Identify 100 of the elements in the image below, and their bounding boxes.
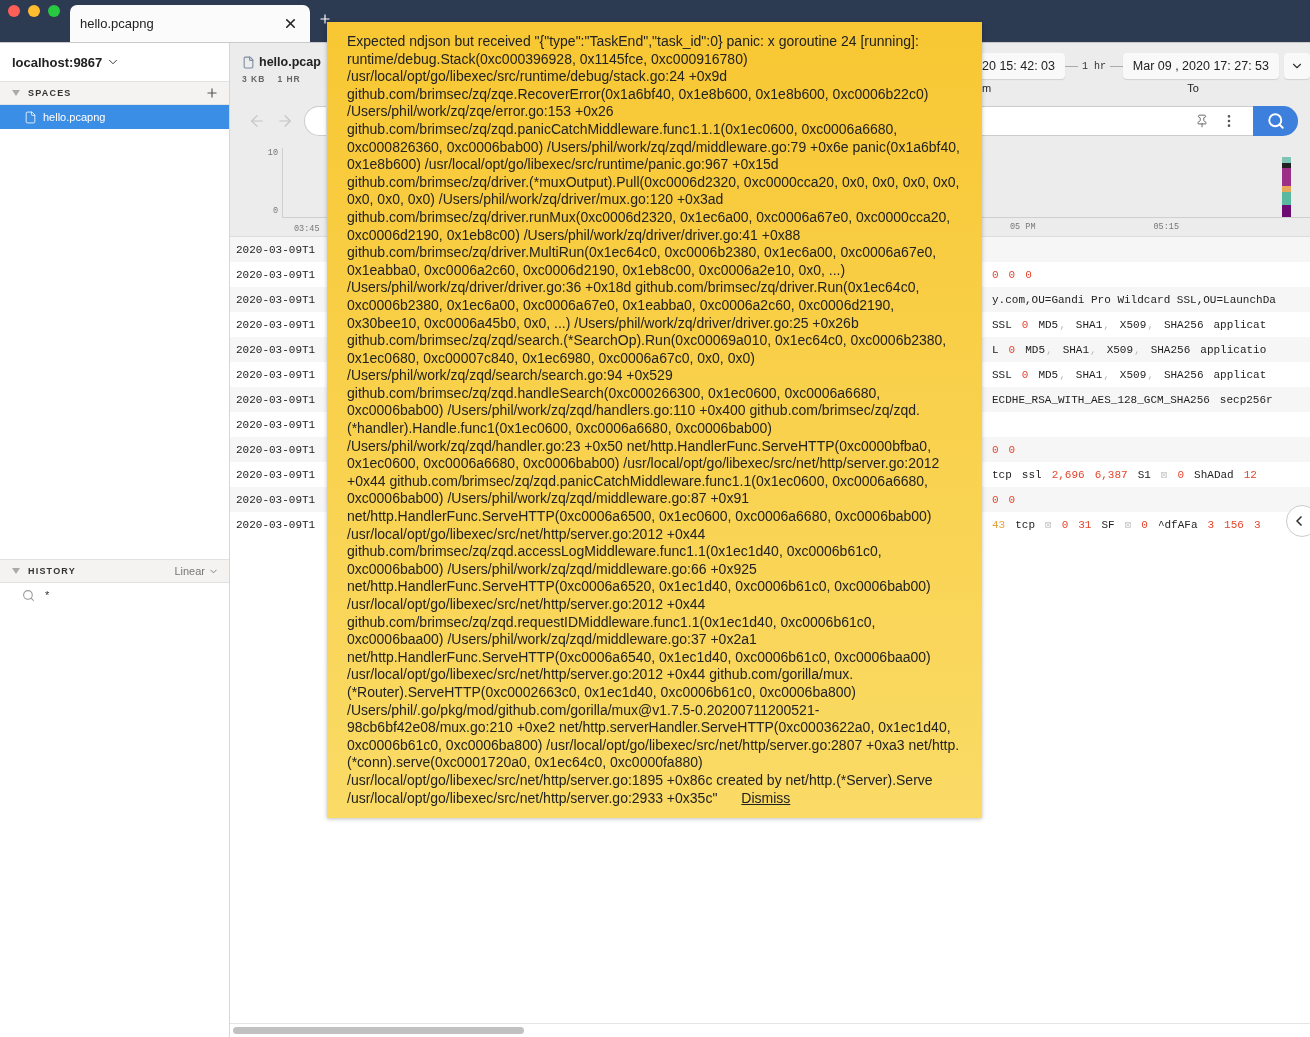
close-window-button[interactable] (8, 5, 20, 17)
from-time-field[interactable]: 20 15: 42: 03 (982, 53, 1065, 79)
field-value: 0 (992, 268, 999, 281)
field-value: 0 (1025, 268, 1032, 281)
field-value: applicat (1213, 318, 1267, 331)
field-value: ⊠ (1160, 468, 1168, 481)
collapse-triangle-icon[interactable] (12, 567, 20, 575)
field-value: 43 (992, 518, 1006, 531)
timestamp: 2020-03-09T1 (236, 468, 317, 481)
field-value: SHA256 (1163, 368, 1204, 381)
to-label: To (1187, 82, 1199, 94)
timestamp: 2020-03-09T1 (236, 268, 317, 281)
field-value: tcp (1015, 518, 1035, 531)
range-dropdown-button[interactable] (1284, 53, 1310, 79)
field-value: 0 (992, 493, 999, 506)
field-value: X509 (1119, 318, 1147, 331)
field-value: 0 (1008, 443, 1016, 456)
field-value: 2,696 (1051, 468, 1085, 481)
field-value: ssl (1021, 468, 1042, 481)
field-value: SF (1101, 518, 1115, 531)
y-axis-tick: 0 (272, 206, 278, 216)
field-value: SSL (992, 368, 1012, 381)
timestamp: 2020-03-09T1 (236, 443, 317, 456)
timestamp: 2020-03-09T1 (236, 368, 317, 381)
timestamp: 2020-03-09T1 (236, 293, 317, 306)
field-value: 0 (1008, 343, 1016, 356)
to-time-field[interactable]: Mar 09 , 2020 17: 27: 53 (1122, 53, 1279, 79)
field-value: applicatio (1200, 343, 1267, 356)
field-value: SHA256 (1150, 343, 1191, 356)
timestamp: 2020-03-09T1 (236, 493, 317, 506)
file-title: hello.pcap (259, 55, 321, 69)
field-value: MD5 (1025, 343, 1046, 356)
file-tab[interactable]: hello.pcapng (70, 5, 310, 42)
x-axis-tick: 05:15 (1153, 222, 1180, 232)
spaces-header[interactable]: SPACES (0, 81, 229, 105)
search-button[interactable] (1253, 106, 1298, 136)
field-value: 6,387 (1094, 468, 1128, 481)
history-item[interactable]: * (45, 589, 50, 601)
span-label: 1 hr (1081, 60, 1106, 72)
field-value: X509 (1106, 343, 1134, 356)
x-axis-tick: 05 PM (1010, 222, 1036, 232)
section-title: SPACES (28, 88, 73, 98)
field-value: ⊠ (1124, 518, 1132, 531)
field-value: , (1090, 343, 1097, 356)
field-value: 0 (1177, 468, 1185, 481)
field-value: tcp (992, 468, 1012, 481)
field-value: SHA1 (1062, 343, 1090, 356)
minimize-window-button[interactable] (28, 5, 40, 17)
field-value: L (992, 343, 999, 356)
file-size: 3 KB (242, 74, 266, 84)
field-value: MD5 (1038, 368, 1059, 381)
field-value: 12 (1243, 468, 1257, 481)
timestamp: 2020-03-09T1 (236, 243, 317, 256)
field-value: 156 (1224, 518, 1244, 531)
timestamp: 2020-03-09T1 (236, 518, 317, 531)
add-space-button[interactable] (205, 86, 219, 100)
field-value: , (1103, 368, 1110, 381)
field-value: , (1103, 318, 1110, 331)
history-mode-dropdown[interactable]: Linear (174, 565, 219, 577)
scrollbar-thumb[interactable] (233, 1027, 524, 1034)
field-value: applicat (1213, 368, 1267, 381)
new-tab-button[interactable] (318, 12, 332, 26)
field-value: secp256r (1219, 393, 1273, 406)
field-value: 0 (1021, 368, 1029, 381)
dismiss-link[interactable]: Dismiss (741, 789, 791, 806)
timestamp: 2020-03-09T1 (236, 393, 317, 406)
field-value: 0 (1021, 318, 1029, 331)
search-icon (1266, 112, 1285, 130)
query-field[interactable] (304, 106, 326, 136)
field-value: , (1059, 368, 1066, 381)
field-value: 31 (1078, 518, 1092, 531)
field-value: , (1134, 343, 1141, 356)
maximize-window-button[interactable] (48, 5, 60, 17)
field-value: SHA1 (1075, 318, 1103, 331)
x-axis-tick: 03:45 (294, 224, 320, 234)
file-duration: 1 HR (277, 74, 301, 84)
y-axis-tick: 10 (267, 148, 278, 158)
field-value: , (1059, 318, 1066, 331)
pin-icon[interactable] (1195, 114, 1209, 128)
query-field[interactable] (982, 106, 1298, 136)
field-value: , (1147, 318, 1154, 331)
error-message: Expected ndjson but received "{"type":"TaskEnd","task_id":0} panic: x goroutine 24 [running]: runtime/debug.Stack(0xc000396928, 0x1145fce, 0xc000916780) /usr/local/opt/go/libexec/src/runtime/debug/stack.go:24 +0x9d github.com/brimsec/zq/zqe.RecoverError(0x1a6bf40, 0x1e8b600, 0x1e8b600, 0xc0006b22c0) /Users/phil/work/zq/zqe/error.go:153 +0x26 github.com/brimsec/zq/zqd.panicCatchMiddleware.func1.1.1(0x1ec0600, 0xc0006a6680, 0xc000826360, 0xc0006bab00) /Users/phil/work/zq/zqd/middleware.go:79 +0x6e panic(0x1a6bf40, 0x1e8b600) /usr/local/opt/go/libexec/src/runtime/panic.go:967 +0x15d github.com/brimsec/zq/driver.(*muxOutput).Pull(0xc0006d2320, 0xc0000cca20, 0x0, 0x0, 0x0, 0x0, 0x0, 0x0, 0x0) /Users/phil/work/zq/driver/mux.go:120 +0x3ad github.com/brimsec/zq/driver.runMux(0xc0006d2320, 0x1ec6a00, 0xc0006a67e0, 0xc0000cca20, 0xc0006d2190, 0x1eb8c00) /Users/phil/work/zq/driver/driver.go:41 +0x88 github.com/brimsec/zq/driver.MultiRun(0x1ec64c0, 0xc0006b2380, 0x1ec6a00, 0xc0006a67e0, 0x1eabba0, 0xc0006a2c60, 0xc0006d2190, 0x1eb8c00, 0xc0006a2e10, 0x0, ...) /Users/phil/work/zq/driver/driver.go:36 +0x18d github.com/brimsec/zq/driver.Run(0x1ec64c0, 0xc0006b2380, 0x1ec6a00, 0xc0006a67e0, 0x1eabba0, 0xc0006a2c60, 0xc0006d2190, 0x30bee10, 0xc0006a45b0, 0x0, ...) /Users/phil/work/zq/driver/driver.go:25 +0x26b github.com/brimsec/zq/zqd/search.(*SearchOp).Run(0xc00069a010, 0x1ec64c0, 0xc0006b2380, 0x1ec0680, 0xc00007c840, 0x1ec6980, 0xc0006a67c0, 0x0, 0x0) /Users/phil/work/zq/zqd/search/search.go:94 +0x529 github.com/brimsec/zq/zqd.handleSearch(0xc000266300, 0x1ec0600, 0xc0006a6680, 0xc0006bab00) /Users/phil/work/zq/zqd/handlers.go:110 +0x400 github.com/brimsec/zq/zqd.(*handler).Handle.func1(0x1ec0600, 0xc0006a6680, 0xc0006bab00) /Users/phil/work/zq/zqd/handler.go:23 +0x50 net/http.HandlerFunc.ServeHTTP(0xc0000bfba0, 0x1ec0600, 0xc0006a6680, 0xc0006bab00) /usr/local/opt/go/libexec/src/net/http/server.go:2012 +0x44 github.com/brimsec/zq/zqd.panicCatchMiddleware.func1.1(0x1ec0600, 0xc0006a6680, 0xc0006bab00) /Users/phil/work/zq/zqd/middleware.go:87 +0x91 net/http.HandlerFunc.ServeHTTP(0xc0006a6500, 0x1ec0600, 0xc0006a6680, 0xc0006bab00) /usr/local/opt/go/libexec/src/net/http/server.go:2012 +0x44 github.com/brimsec/zq/zqd.accessLogMiddleware.func1.1(0x1ec1d40, 0xc0006b61c0, 0xc0006bab00) /Users/phil/work/zq/zqd/middleware.go:66 +0x925 net/http.HandlerFunc.ServeHTTP(0xc0006a6520, 0x1ec1d40, 0xc0006b61c0, 0xc0006bab00) /usr/local/opt/go/libexec/src/net/http/server.go:2012 +0x44 github.com/brimsec/zq/zqd.requestIDMiddleware.func1.1(0x1ec1d40, 0xc0006b61c0, 0xc0006baa00) /Users/phil/work/zq/zqd/middleware.go:37 +0x2a1 net/http.HandlerFunc.ServeHTTP(0xc0006a6540, 0x1ec1d40, 0xc0006b61c0, 0xc0006baa00) /usr/local/opt/go/libexec/src/net/http/server.go:2012 +0x44 github.com/gorilla/mux.(*Router).ServeHTTP(0xc0002663c0, 0x1ec1d40, 0xc0006b61c0, 0xc0006ba800) /Users/phil/.go/pkg/mod/github.com/gorilla/mux@v1.7.5-0.20200711200521-98cb6bf42e08/mux.go:210 +0xe2 net/http.serverHandler.ServeHTTP(0xc0003622a0, 0x1ec1d40, 0xc0006b61c0, 0xc0006ba800) /usr/local/opt/go/libexec/src/net/http/server.go:2807 +0xa3 net/http.(*conn).serve(0xc0001720a0, 0x1ec64c0, 0xc0000fa880) /usr/local/opt/go/libexec/src/net/http/server.go:1895 +0x86c created by net/http.(*Server).Serve /usr/local/opt/go/libexec/src/net/http/server.go:2933 +0x35c" Dismiss (347, 33, 961, 808)
timestamp: 2020-03-09T1 (236, 418, 317, 431)
histogram-bar-drawing (1282, 157, 1291, 217)
field-value: MD5 (1038, 318, 1059, 331)
field-value: ⊠ (1045, 518, 1052, 531)
field-value: 0 (1141, 518, 1148, 531)
timestamp: 2020-03-09T1 (236, 318, 317, 331)
history-header[interactable]: HISTORY Linear (0, 559, 229, 583)
field-value: 0 (992, 443, 999, 456)
collapse-triangle-icon[interactable] (12, 89, 20, 97)
close-tab-button[interactable] (283, 16, 298, 31)
field-value: 0 (1008, 493, 1016, 506)
field-value: 0 (1061, 518, 1069, 531)
field-value: ShADad (1194, 468, 1234, 481)
search-icon (22, 588, 35, 602)
file-icon (24, 110, 37, 124)
field-value: , (1147, 368, 1154, 381)
field-value: ^dfAFa (1157, 518, 1198, 531)
field-value: ECDHE_RSA_WITH_AES_128_GCM_SHA256 (992, 393, 1210, 406)
